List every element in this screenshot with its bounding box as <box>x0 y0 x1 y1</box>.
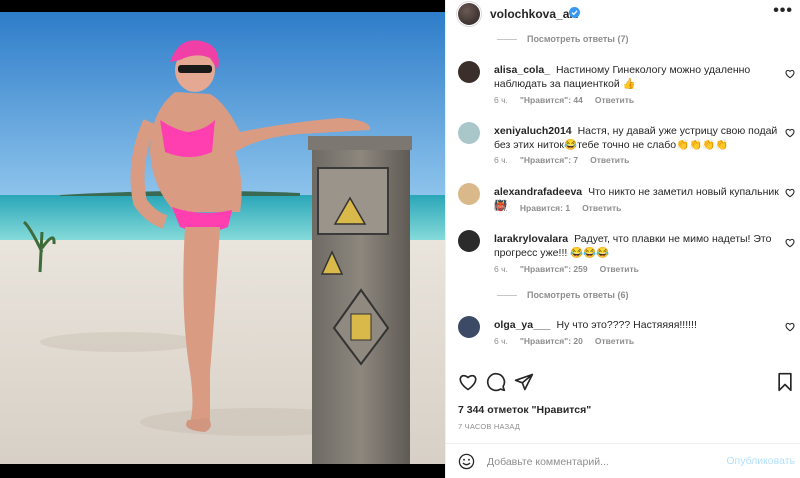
post-actions-bar <box>446 372 800 394</box>
verified-badge-icon <box>569 7 580 18</box>
comment-time[interactable]: 6 ч. <box>494 95 508 105</box>
comment-bubble-icon[interactable] <box>486 372 506 392</box>
comment-likes[interactable]: "Нравится": 44 <box>520 95 583 105</box>
commenter-avatar[interactable] <box>458 61 480 83</box>
like-comment-heart-icon[interactable] <box>785 238 795 248</box>
publish-button[interactable]: Опубликовать <box>726 455 795 467</box>
commenter-username[interactable]: xeniyaluch2014 <box>494 125 572 137</box>
beach-photo-image <box>0 12 445 464</box>
author-avatar[interactable] <box>456 1 482 27</box>
view-replies-button[interactable]: Посмотреть ответы (6) <box>497 290 628 300</box>
like-comment-heart-icon[interactable] <box>785 322 795 332</box>
post-photo[interactable] <box>0 0 445 478</box>
author-avatar-image <box>458 3 480 25</box>
like-comment-heart-icon[interactable] <box>785 188 795 198</box>
reply-button[interactable]: Ответить <box>600 264 639 274</box>
comment-input[interactable] <box>487 453 717 470</box>
view-replies-button[interactable]: Посмотреть ответы (7) <box>497 34 628 44</box>
reply-button[interactable]: Ответить <box>590 155 629 165</box>
replies-dash <box>497 38 517 40</box>
reply-button[interactable]: Ответить <box>595 95 634 105</box>
post-details-panel: volochkova_art ••• Посмотреть ответы (7)… <box>445 0 800 478</box>
comment-meta: 6 ч. "Нравится": 7 Ответить <box>494 155 629 165</box>
commenter-avatar[interactable] <box>458 316 480 338</box>
view-replies-label: Посмотреть ответы (7) <box>527 34 629 44</box>
comment-meta: 6 ч. "Нравится": 20 Ответить <box>494 336 634 346</box>
comment-likes[interactable]: "Нравится": 259 <box>520 264 588 274</box>
post-likes-count[interactable]: 7 344 отметок "Нравится" <box>458 404 591 416</box>
reply-button[interactable]: Ответить <box>595 336 634 346</box>
like-comment-heart-icon[interactable] <box>785 128 795 138</box>
comment-body: larakrylovalara Радует, что плавки не ми… <box>494 232 779 260</box>
more-options-icon[interactable]: ••• <box>773 3 793 19</box>
commenter-username[interactable]: alisa_cola_ <box>494 64 550 76</box>
commenter-avatar[interactable] <box>458 230 480 252</box>
commenter-avatar[interactable] <box>458 122 480 144</box>
comment-likes[interactable]: Нравится: 1 <box>520 203 570 213</box>
like-heart-icon[interactable] <box>458 372 478 392</box>
comment-time[interactable]: 6 ч. <box>494 203 508 213</box>
commenter-username[interactable]: alexandrafadeeva <box>494 186 582 198</box>
commenter-avatar[interactable] <box>458 183 480 205</box>
post-header: volochkova_art ••• <box>446 0 800 28</box>
comment-time[interactable]: 6 ч. <box>494 155 508 165</box>
reply-button[interactable]: Ответить <box>582 203 621 213</box>
comment-body: olga_ya___ Ну что это???? Настяяяя!!!!!! <box>494 318 779 332</box>
author-username[interactable]: volochkova_art <box>490 7 578 21</box>
comment-meta: 6 ч. Нравится: 1 Ответить <box>494 203 621 213</box>
comment-meta: 6 ч. "Нравится": 259 Ответить <box>494 264 639 274</box>
emoji-smiley-icon[interactable] <box>458 453 475 470</box>
comment-text: Ну что это???? Настяяяя!!!!!! <box>556 319 697 331</box>
comment-body: alisa_cola_ Настиному Гинекологу можно у… <box>494 63 779 91</box>
share-paper-plane-icon[interactable] <box>514 372 534 392</box>
comment-time[interactable]: 6 ч. <box>494 264 508 274</box>
comment-likes[interactable]: "Нравится": 20 <box>520 336 583 346</box>
post-time-ago[interactable]: 7 ЧАСОВ НАЗАД <box>458 422 520 431</box>
commenter-username[interactable]: olga_ya___ <box>494 319 551 331</box>
save-bookmark-icon[interactable] <box>775 372 795 392</box>
replies-dash <box>497 294 517 296</box>
comment-time[interactable]: 6 ч. <box>494 336 508 346</box>
view-replies-label: Посмотреть ответы (6) <box>527 290 629 300</box>
add-comment-bar: Опубликовать <box>446 444 800 478</box>
comment-meta: 6 ч. "Нравится": 44 Ответить <box>494 95 634 105</box>
comment-body: xeniyaluch2014 Настя, ну давай уже устри… <box>494 124 779 152</box>
commenter-username[interactable]: larakrylovalara <box>494 233 568 245</box>
like-comment-heart-icon[interactable] <box>785 69 795 79</box>
comment-likes[interactable]: "Нравится": 7 <box>520 155 578 165</box>
